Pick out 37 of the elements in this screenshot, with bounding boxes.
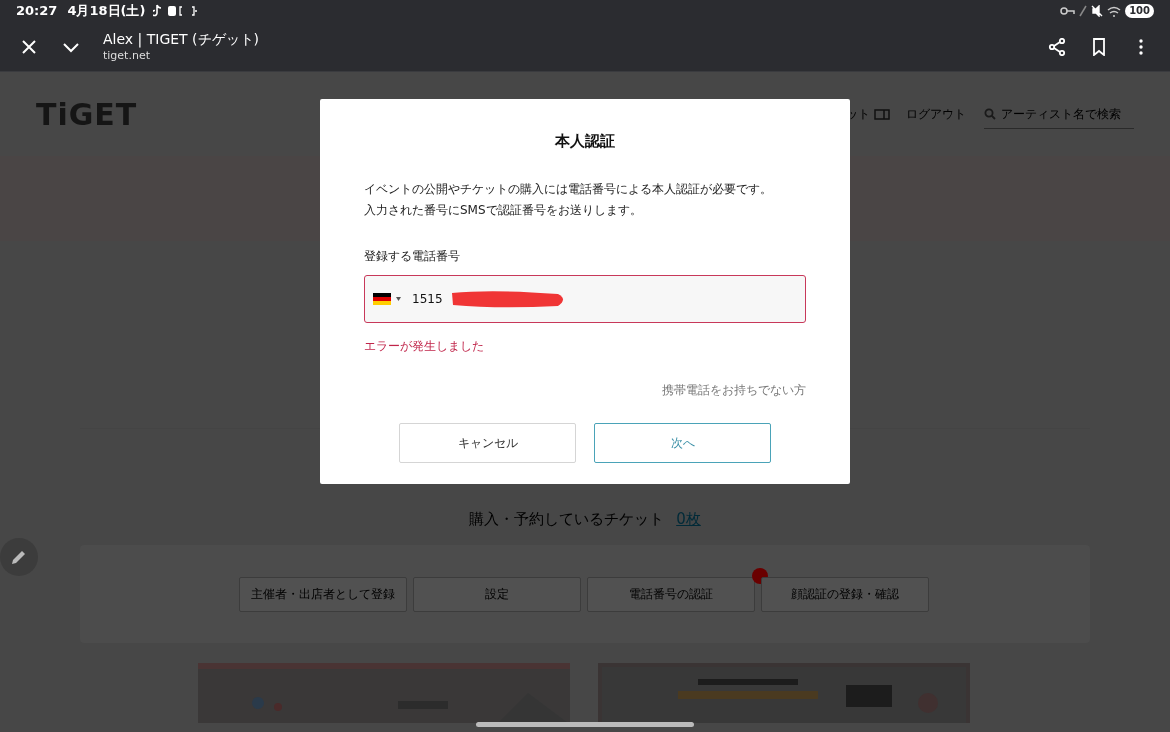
wifi-icon — [1107, 5, 1122, 17]
caret-icon — [396, 297, 401, 301]
ticket-count-link[interactable]: 0枚 — [676, 508, 701, 531]
action-button[interactable]: 電話番号の認証 — [587, 576, 755, 612]
no-phone-link[interactable]: 携帯電話をお持ちでない方 — [662, 383, 806, 397]
bookmark-icon — [1092, 37, 1106, 56]
battery-level: 100 — [1125, 4, 1154, 18]
action-button[interactable]: 設定 — [413, 576, 581, 612]
phone-number-input[interactable]: 1515 — [412, 290, 448, 308]
search-field[interactable]: アーティスト名で検索 — [1001, 104, 1133, 123]
status-date: 4月18日(土) — [67, 2, 146, 21]
status-time: 20:27 — [16, 2, 58, 21]
error-message: エラーが発生しました — [364, 339, 484, 353]
phone-field[interactable]: 1515 — [364, 275, 806, 323]
field-label: 登録する電話番号 — [364, 249, 460, 263]
chevron-down-icon — [62, 40, 80, 53]
action-button[interactable]: 主催者・出店者として登録 — [239, 576, 407, 612]
dialog-title: 本人認証 — [555, 132, 615, 150]
page-url: tiget.net — [103, 48, 151, 64]
close-icon — [21, 38, 37, 55]
search-icon — [984, 107, 996, 120]
mute-icon — [1091, 5, 1104, 17]
cancel-button[interactable]: キャンセル — [399, 423, 576, 463]
next-button[interactable]: 次へ — [594, 423, 771, 463]
action-button[interactable]: 顔認証の登録・確認 — [761, 576, 929, 612]
tickets-label: 購入・予約しているチケット — [469, 509, 665, 530]
ticket-icon — [874, 108, 890, 120]
page-title: Alex | TIGET (チゲット) — [103, 29, 260, 48]
share-icon — [1048, 37, 1066, 56]
dialog-message: イベントの公開やチケットの購入には電話番号による本人認証が必要です。 — [364, 181, 773, 198]
more-icon — [1139, 38, 1143, 55]
edit-button[interactable] — [0, 538, 38, 576]
key-icon — [1060, 6, 1076, 16]
dialog-message: 入力された番号にSMSで認証番号をお送りします。 — [364, 202, 643, 219]
app-notification-icon — [153, 4, 198, 18]
germany-flag-icon — [373, 293, 391, 305]
pencil-icon — [10, 548, 28, 566]
